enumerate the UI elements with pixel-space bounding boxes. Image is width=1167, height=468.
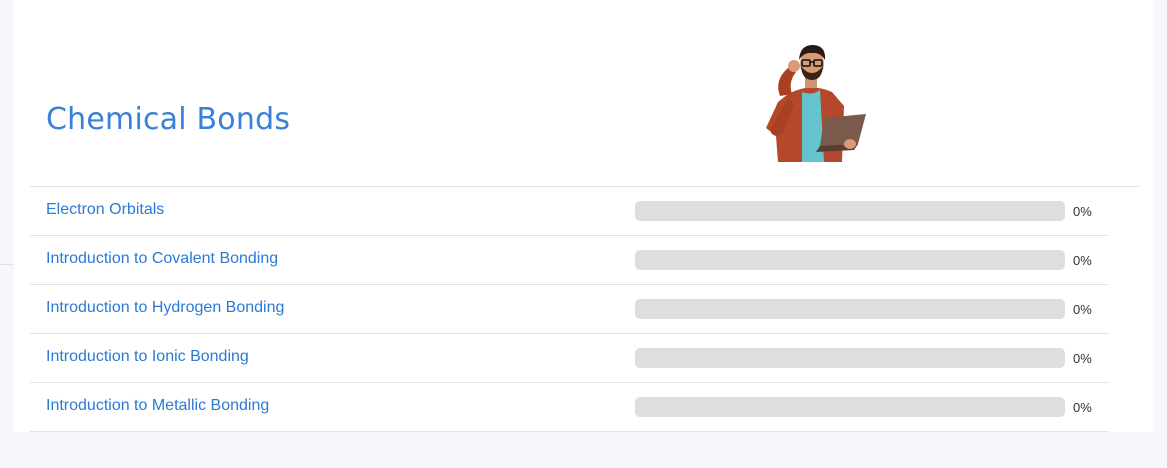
progress-bar [635,348,1065,368]
lesson-row: Introduction to Covalent Bonding 0% [30,236,1109,285]
lesson-row: Introduction to Ionic Bonding 0% [30,334,1109,383]
progress-percent: 0% [1073,302,1092,317]
progress-bar [635,299,1065,319]
lesson-link-electron-orbitals[interactable]: Electron Orbitals [46,201,164,219]
progress-bar [635,397,1065,417]
lesson-link-hydrogen-bonding[interactable]: Introduction to Hydrogen Bonding [46,299,284,317]
progress-percent: 0% [1073,253,1092,268]
course-card: Chemical Bonds Electron Orbitals 0% Intr… [14,0,1153,432]
page-title: Chemical Bonds [46,102,291,137]
progress-percent: 0% [1073,400,1092,415]
person-with-laptop-illustration [766,44,866,162]
lesson-row: Electron Orbitals 0% [30,187,1109,236]
lesson-list: Electron Orbitals 0% Introduction to Cov… [30,187,1109,432]
lesson-link-metallic-bonding[interactable]: Introduction to Metallic Bonding [46,397,269,415]
lesson-link-covalent-bonding[interactable]: Introduction to Covalent Bonding [46,250,278,268]
progress-bar [635,250,1065,270]
progress-percent: 0% [1073,351,1092,366]
page-background: Chemical Bonds Electron Orbitals 0% Intr… [0,0,1167,468]
progress-percent: 0% [1073,204,1092,219]
lesson-row: Introduction to Hydrogen Bonding 0% [30,285,1109,334]
lesson-link-ionic-bonding[interactable]: Introduction to Ionic Bonding [46,348,249,366]
side-divider [0,264,14,265]
progress-bar [635,201,1065,221]
lesson-row: Introduction to Metallic Bonding 0% [30,383,1109,432]
